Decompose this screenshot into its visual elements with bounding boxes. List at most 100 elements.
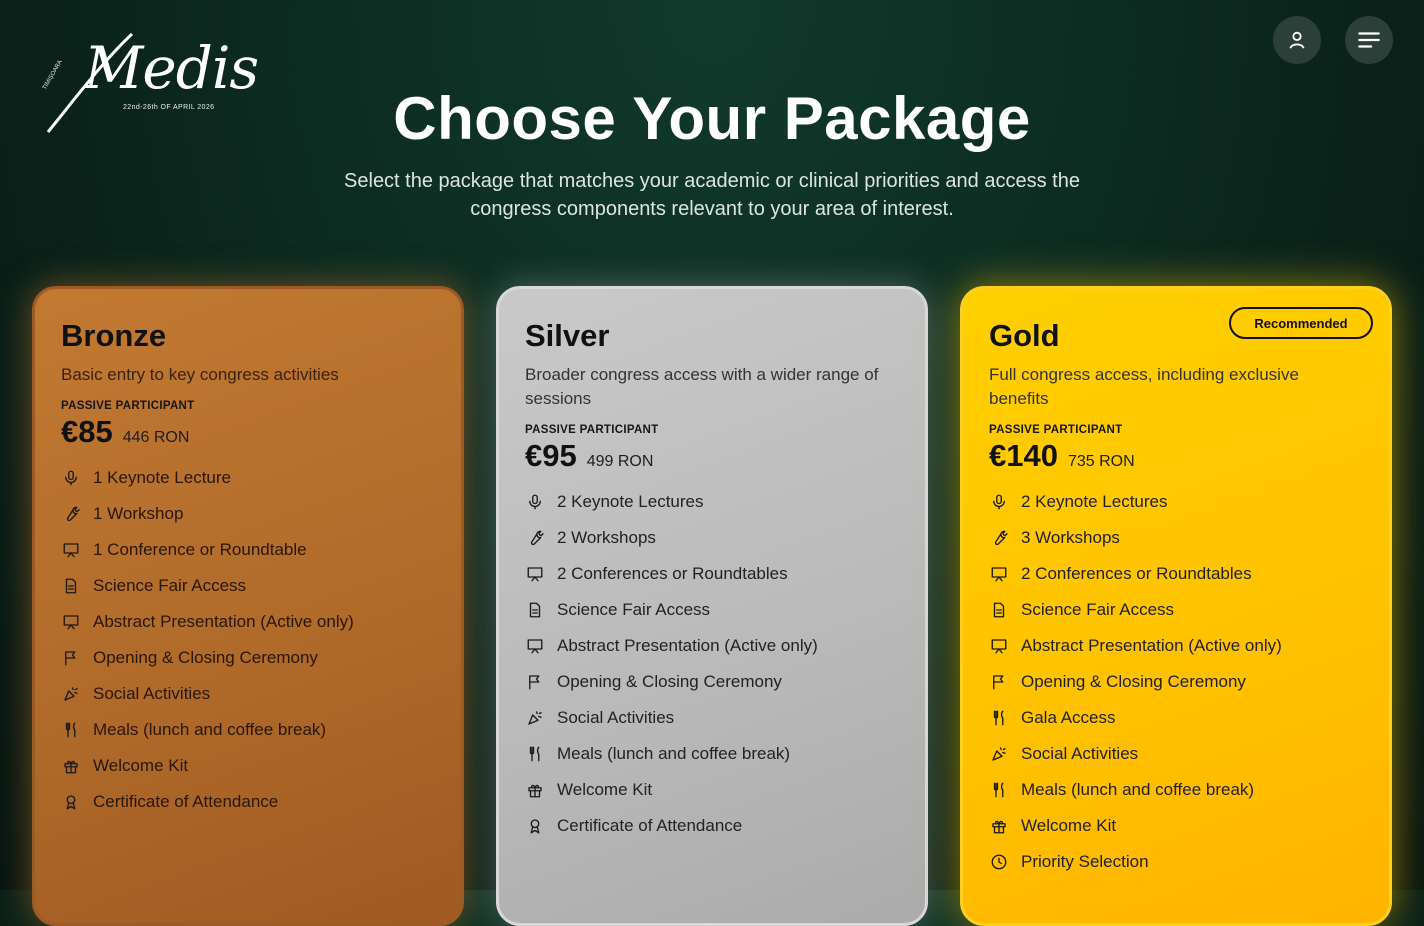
- flag-icon: [989, 672, 1009, 692]
- feature-label: Science Fair Access: [557, 600, 711, 619]
- account-button[interactable]: [1273, 16, 1321, 64]
- feature-item: Welcome Kit: [989, 808, 1363, 844]
- feature-item: Science Fair Access: [989, 592, 1363, 628]
- feature-label: Certificate of Attendance: [557, 816, 743, 835]
- price-ron: 499 RON: [586, 453, 654, 470]
- wrench-icon: [989, 528, 1009, 548]
- mic-icon: [989, 492, 1009, 512]
- presentation-icon: [989, 564, 1009, 584]
- feature-label: Abstract Presentation (Active only): [93, 612, 354, 631]
- feature-item: Abstract Presentation (Active only): [525, 628, 899, 664]
- menu-button[interactable]: [1345, 16, 1393, 64]
- package-description: Broader congress access with a wider ran…: [525, 365, 879, 408]
- package-participant-label: PASSIVE PARTICIPANT: [61, 400, 195, 412]
- price-row: €95 499 RON: [525, 438, 899, 474]
- feature-item: 2 Conferences or Roundtables: [989, 556, 1363, 592]
- package-card-silver[interactable]: Silver Broader congress access with a wi…: [496, 286, 928, 926]
- package-name: Silver: [525, 318, 610, 353]
- price-eur: €95: [525, 438, 577, 473]
- feature-item: Meals (lunch and coffee break): [61, 712, 435, 748]
- feature-item: 1 Conference or Roundtable: [61, 532, 435, 568]
- feature-label: 3 Workshops: [1021, 528, 1120, 547]
- feature-item: 2 Keynote Lectures: [525, 484, 899, 520]
- presentation-icon: [61, 540, 81, 560]
- feature-item: Meals (lunch and coffee break): [989, 772, 1363, 808]
- feature-label: Welcome Kit: [1021, 816, 1117, 835]
- feature-label: Opening & Closing Ceremony: [557, 672, 782, 691]
- feature-label: Abstract Presentation (Active only): [557, 636, 818, 655]
- feature-label: Opening & Closing Ceremony: [1021, 672, 1246, 691]
- package-description: Full congress access, including exclusiv…: [989, 365, 1299, 408]
- feature-label: Meals (lunch and coffee break): [93, 720, 327, 739]
- feature-item: Priority Selection: [989, 844, 1363, 880]
- flag-icon: [61, 648, 81, 668]
- feature-label: 1 Workshop: [93, 504, 184, 523]
- feature-item: 1 Keynote Lecture: [61, 460, 435, 496]
- feature-label: Gala Access: [1021, 708, 1116, 727]
- feature-label: Welcome Kit: [93, 756, 189, 775]
- document-icon: [989, 600, 1009, 620]
- package-description: Basic entry to key congress activities: [61, 365, 339, 384]
- package-card-bronze[interactable]: Bronze Basic entry to key congress activ…: [32, 286, 464, 926]
- award-icon: [525, 816, 545, 836]
- feature-item: Welcome Kit: [61, 748, 435, 784]
- user-icon: [1289, 31, 1305, 49]
- feature-label: Meals (lunch and coffee break): [1021, 780, 1255, 799]
- feature-item: Meals (lunch and coffee break): [525, 736, 899, 772]
- feature-label: Social Activities: [557, 708, 675, 727]
- utensils-icon: [525, 744, 545, 764]
- presentation-icon: [989, 636, 1009, 656]
- feature-label: 2 Conferences or Roundtables: [557, 564, 788, 583]
- feature-label: 2 Keynote Lectures: [557, 492, 704, 511]
- mic-icon: [61, 468, 81, 488]
- feature-label: Science Fair Access: [1021, 600, 1175, 619]
- feature-item: Science Fair Access: [61, 568, 435, 604]
- feature-item: Certificate of Attendance: [525, 808, 899, 844]
- price-row: €140 735 RON: [989, 438, 1363, 474]
- feature-item: Science Fair Access: [525, 592, 899, 628]
- feature-label: 2 Keynote Lectures: [1021, 492, 1168, 511]
- wrench-icon: [525, 528, 545, 548]
- feature-item: Social Activities: [989, 736, 1363, 772]
- feature-label: 1 Conference or Roundtable: [93, 540, 307, 559]
- feature-item: 2 Keynote Lectures: [989, 484, 1363, 520]
- feature-item: 3 Workshops: [989, 520, 1363, 556]
- price-row: €85 446 RON: [61, 414, 435, 450]
- flag-icon: [525, 672, 545, 692]
- feature-item: Gala Access: [989, 700, 1363, 736]
- presentation-icon: [525, 564, 545, 584]
- presentation-icon: [525, 636, 545, 656]
- feature-label: Opening & Closing Ceremony: [93, 648, 318, 667]
- package-card-gold[interactable]: Recommended Gold Full congress access, i…: [960, 286, 1392, 926]
- feature-label: Social Activities: [93, 684, 211, 703]
- wrench-icon: [61, 504, 81, 524]
- feature-item: Opening & Closing Ceremony: [61, 640, 435, 676]
- feature-label: Priority Selection: [1021, 852, 1149, 871]
- party-icon: [525, 708, 545, 728]
- feature-label: Welcome Kit: [557, 780, 653, 799]
- feature-item: 2 Workshops: [525, 520, 899, 556]
- feature-item: Welcome Kit: [525, 772, 899, 808]
- clock-icon: [989, 852, 1009, 872]
- feature-label: Certificate of Attendance: [93, 792, 279, 811]
- utensils-icon: [61, 720, 81, 740]
- feature-list: 2 Keynote Lectures 2 Workshops 2 Conferenc…: [525, 484, 899, 844]
- price-eur: €85: [61, 414, 113, 449]
- feature-item: 1 Workshop: [61, 496, 435, 532]
- feature-item: Abstract Presentation (Active only): [989, 628, 1363, 664]
- package-participant-label: PASSIVE PARTICIPANT: [525, 424, 659, 436]
- feature-list: 1 Keynote Lecture 1 Workshop 1 Conference …: [61, 460, 435, 820]
- package-participant-label: PASSIVE PARTICIPANT: [989, 424, 1123, 436]
- mic-icon: [525, 492, 545, 512]
- party-icon: [989, 744, 1009, 764]
- utensils-icon: [989, 708, 1009, 728]
- price-eur: €140: [989, 438, 1058, 473]
- document-icon: [525, 600, 545, 620]
- feature-label: Science Fair Access: [93, 576, 247, 595]
- feature-item: Certificate of Attendance: [61, 784, 435, 820]
- recommended-badge: Recommended: [1229, 307, 1373, 339]
- feature-label: 2 Workshops: [557, 528, 656, 547]
- feature-label: 2 Conferences or Roundtables: [1021, 564, 1252, 583]
- utensils-icon: [989, 780, 1009, 800]
- presentation-icon: [61, 612, 81, 632]
